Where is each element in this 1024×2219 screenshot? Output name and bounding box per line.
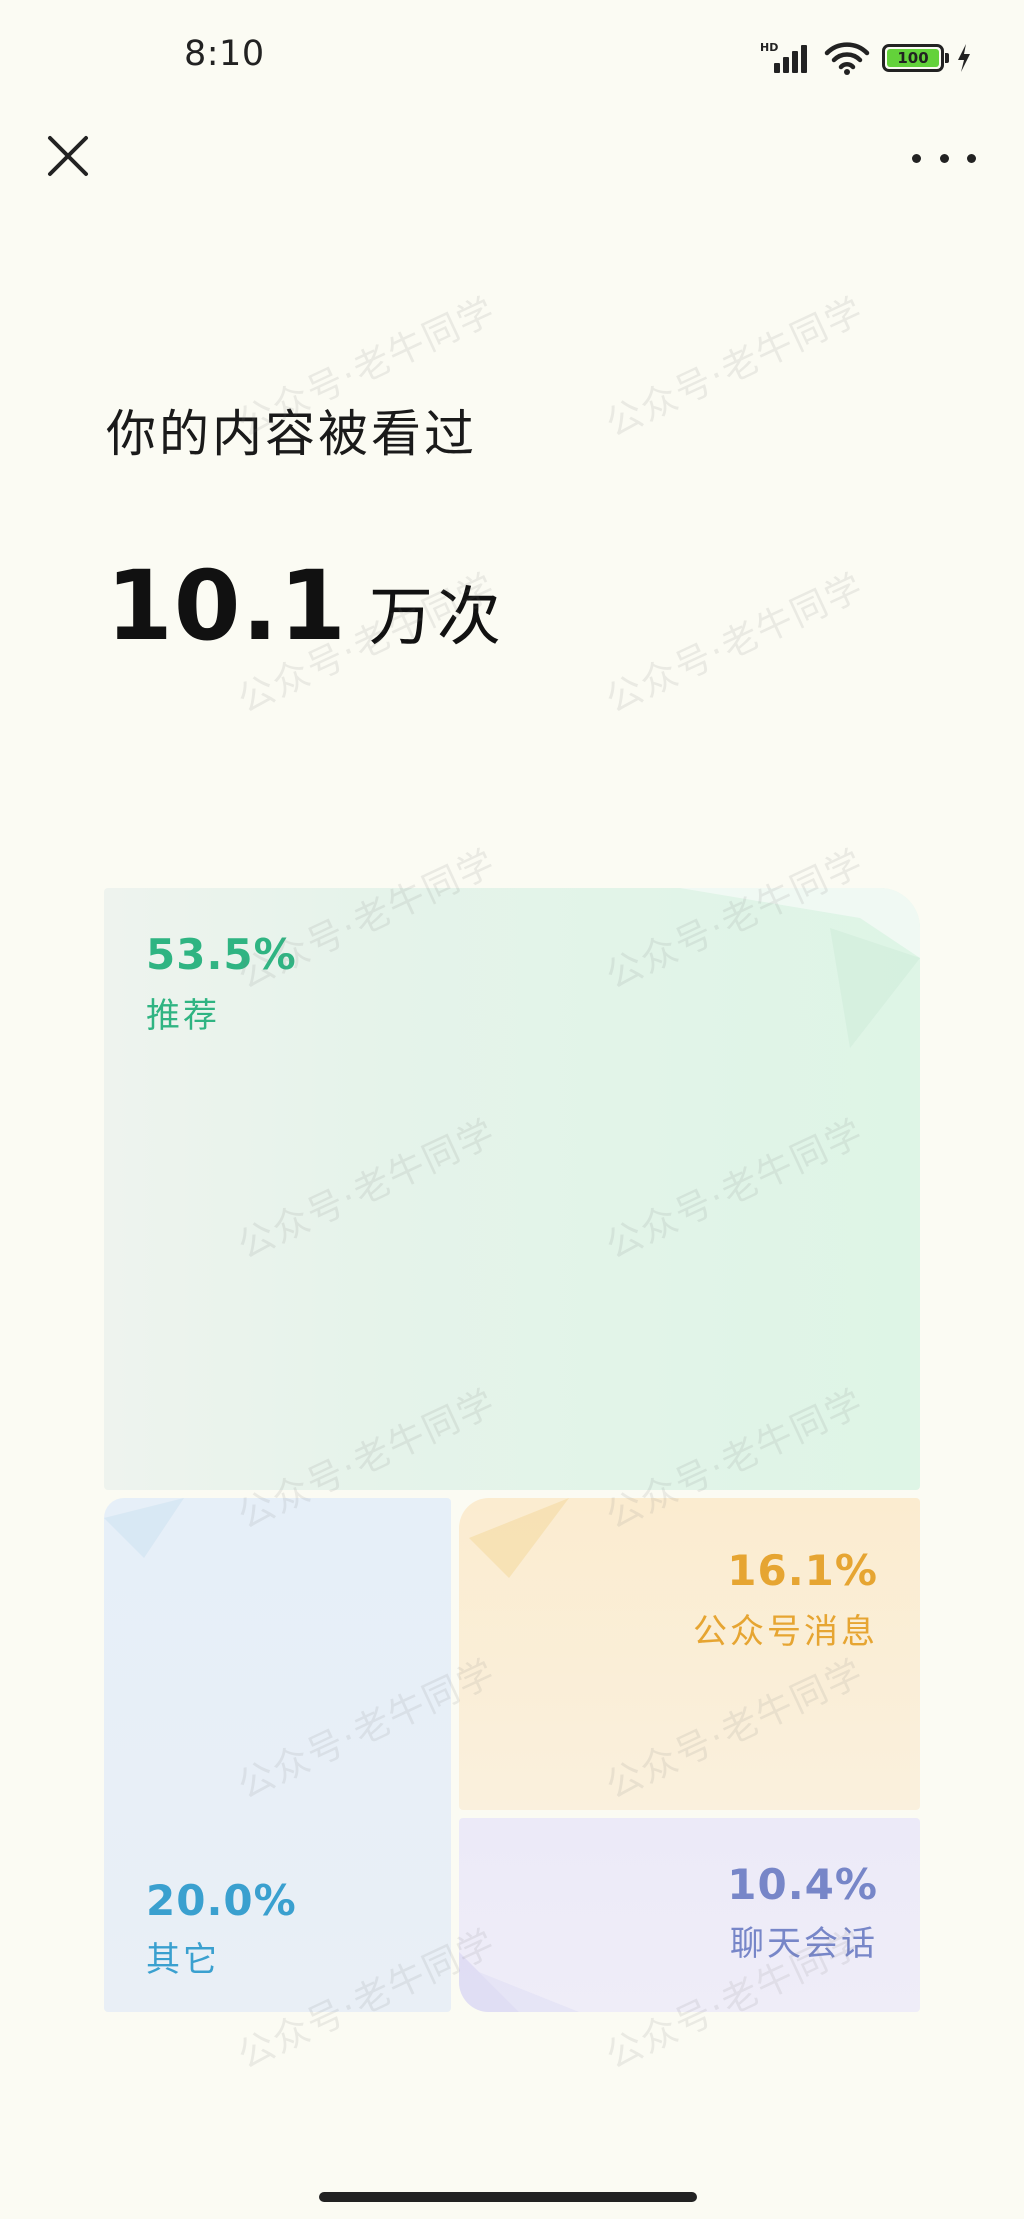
total-views: 10.1 万次 <box>106 550 505 662</box>
tile-label: 聊天会话 <box>730 1924 878 1964</box>
tile-label: 推荐 <box>146 996 220 1036</box>
close-icon <box>48 136 88 176</box>
watermark: 公众号·老牛同学 <box>599 566 871 722</box>
watermark: 公众号·老牛同学 <box>599 290 871 446</box>
tile-label: 公众号消息 <box>693 1612 878 1652</box>
tile-chat[interactable]: 10.4% 聊天会话 <box>459 1818 920 2012</box>
tile-official-account[interactable]: 16.1% 公众号消息 <box>459 1498 920 1810</box>
battery-icon: 100 <box>882 44 949 72</box>
total-value: 10.1 <box>106 550 347 662</box>
status-bar: 8:10 HD 100 <box>0 0 1024 120</box>
traffic-source-treemap: 53.5% 推荐 20.0% 其它 16.1% 公众号消息 10.4% 聊天会话 <box>104 888 920 2012</box>
status-time: 8:10 <box>184 34 265 74</box>
fold-decoration <box>680 888 920 1048</box>
tile-recommend[interactable]: 53.5% 推荐 <box>104 888 920 1490</box>
tile-label: 其它 <box>146 1940 220 1980</box>
status-icons: HD 100 <box>760 38 972 78</box>
tile-percent: 20.0% <box>146 1876 297 1925</box>
tile-percent: 10.4% <box>727 1860 878 1909</box>
fold-decoration <box>459 1952 579 2012</box>
close-button[interactable] <box>40 128 96 184</box>
total-unit: 万次 <box>368 581 505 655</box>
more-icon <box>912 153 921 163</box>
wifi-icon <box>824 42 870 75</box>
headline: 你的内容被看过 <box>106 405 477 463</box>
network-label: HD <box>760 41 779 54</box>
more-button[interactable] <box>912 140 976 176</box>
tile-percent: 53.5% <box>146 930 297 979</box>
page-root: 8:10 HD 100 你的内容被看过 10.1 万次 53.5% 推荐 20.… <box>0 0 1024 2219</box>
tile-other[interactable]: 20.0% 其它 <box>104 1498 451 2012</box>
fold-decoration <box>469 1498 569 1578</box>
battery-level: 100 <box>887 49 939 67</box>
tile-percent: 16.1% <box>727 1546 878 1595</box>
signal-icon: HD <box>760 41 812 75</box>
home-indicator[interactable] <box>319 2192 697 2202</box>
fold-decoration <box>104 1498 184 1558</box>
charging-icon <box>958 44 970 72</box>
